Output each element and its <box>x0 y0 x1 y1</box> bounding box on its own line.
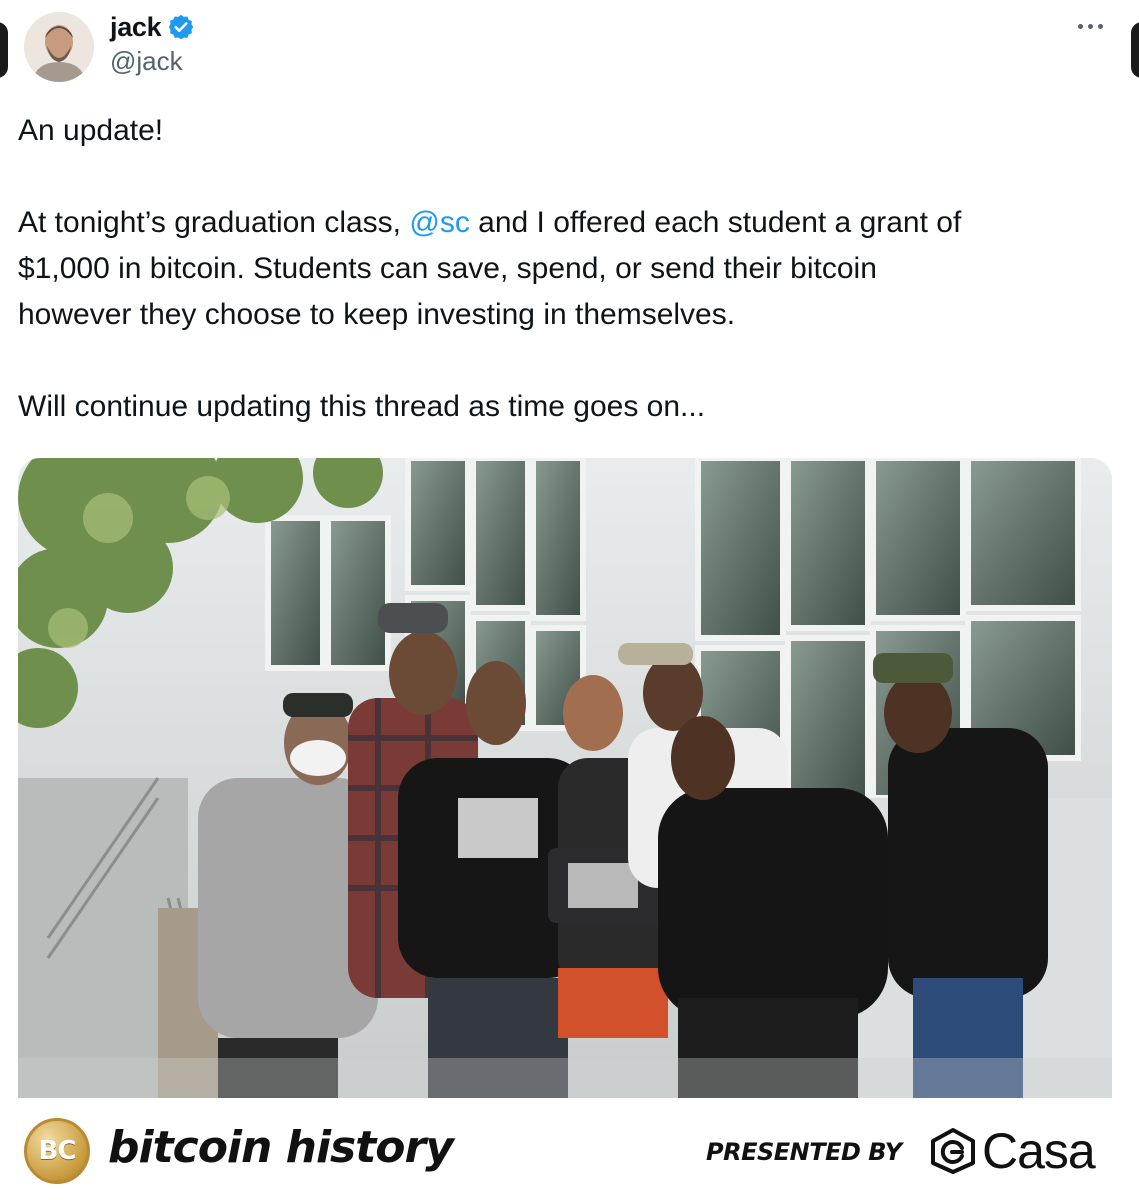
tweet-text-segment: and I offered each student a grant of <box>469 206 962 239</box>
left-edge-control <box>0 22 8 78</box>
tweet-line: however they choose to keep investing in… <box>18 298 736 331</box>
brand-name: bitcoin history <box>108 1122 454 1173</box>
bitcoin-history-logo-icon: BC <box>24 1118 90 1184</box>
mention-link[interactable]: @sc <box>409 206 469 239</box>
right-edge-control <box>1131 22 1139 78</box>
display-name[interactable]: jack <box>110 12 162 43</box>
presented-by-label: PRESENTED BY <box>706 1138 902 1166</box>
tweet-photo[interactable] <box>18 458 1112 1098</box>
casa-logo-icon <box>928 1126 978 1176</box>
tweet-paragraph: At tonight’s graduation class, @sc and I… <box>18 200 1118 246</box>
tweet-header: jack @jack <box>20 8 1120 88</box>
handle[interactable]: @jack <box>110 46 195 77</box>
branding-footer: BC bitcoin history PRESENTED BY Casa <box>0 1100 1139 1200</box>
more-options-icon[interactable] <box>1070 16 1110 36</box>
avatar[interactable] <box>24 12 94 82</box>
tweet-text-segment: At tonight’s graduation class, <box>18 206 410 239</box>
group-photo-image <box>18 458 1112 1098</box>
tweet-text: An update! At tonight’s graduation class… <box>18 108 1118 430</box>
tweet-line: $1,000 in bitcoin. Students can save, sp… <box>18 252 877 285</box>
tweet-line: Will continue updating this thread as ti… <box>18 390 706 423</box>
tweet-line: An update! <box>18 114 164 147</box>
sponsor-name: Casa <box>982 1123 1096 1179</box>
verified-badge-icon <box>167 13 195 41</box>
badge-text: BC <box>38 1136 77 1166</box>
